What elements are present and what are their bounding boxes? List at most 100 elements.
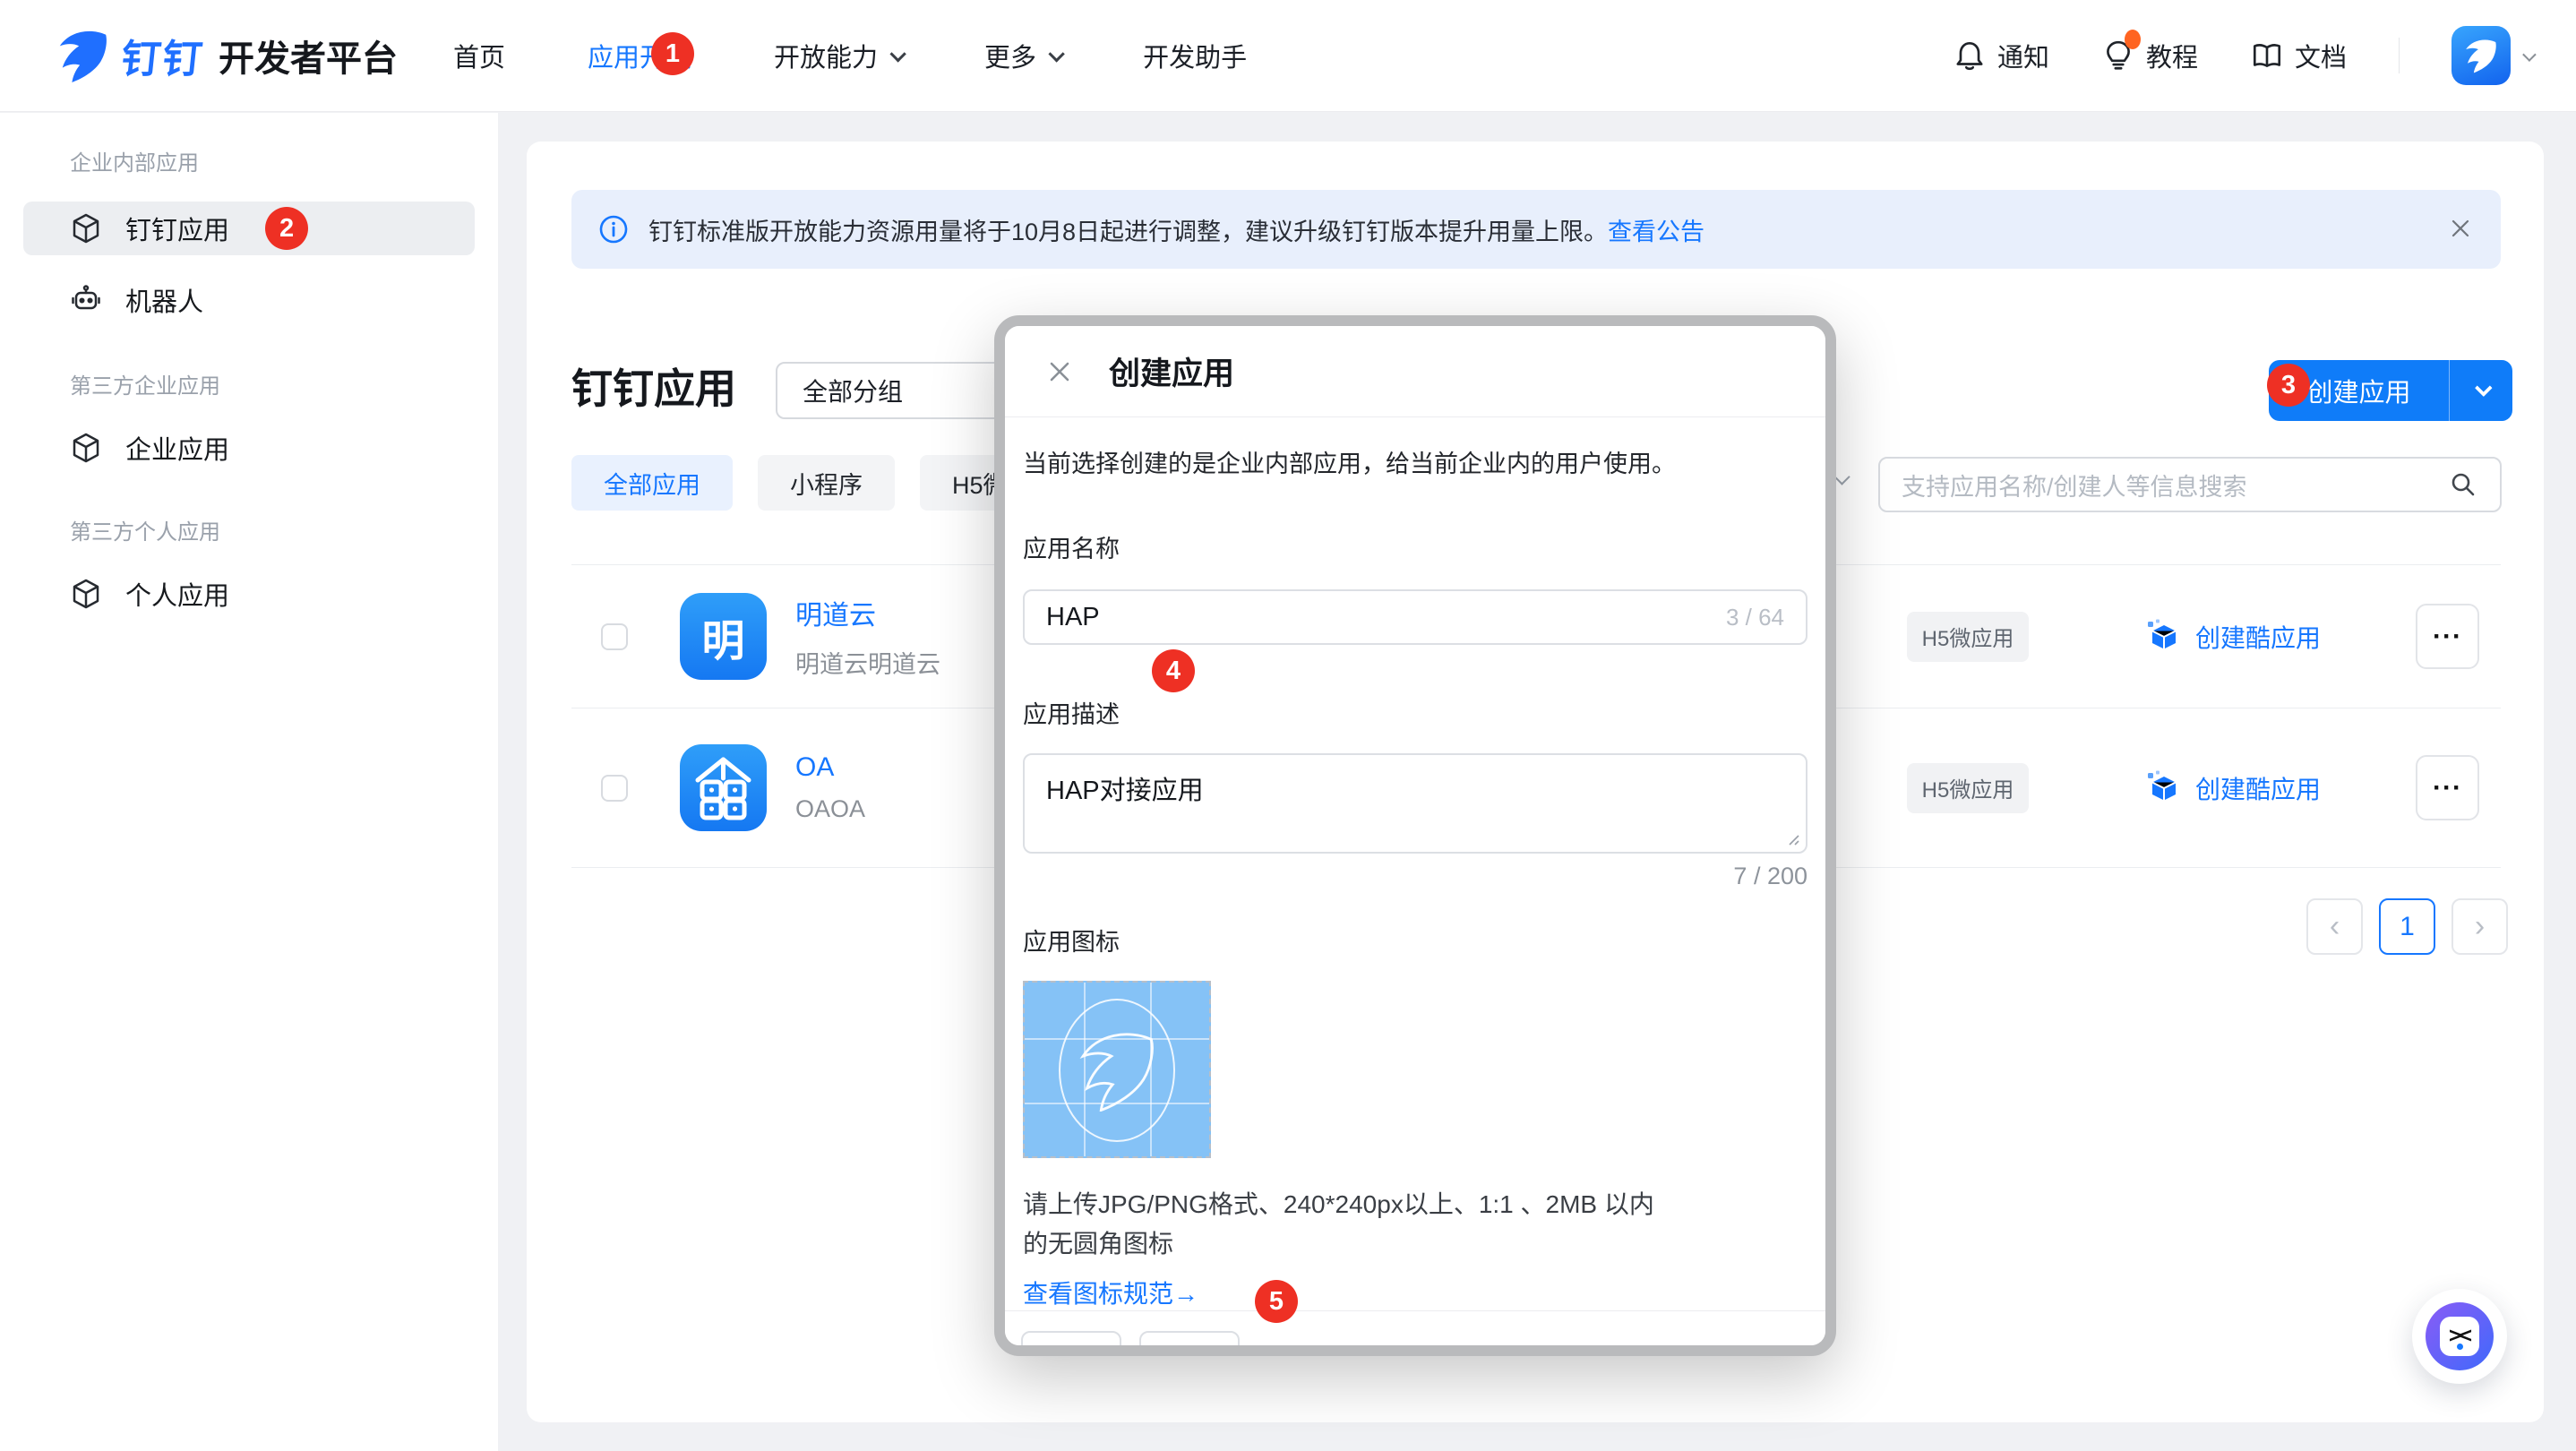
bell-icon [1953, 39, 1987, 73]
app-desc-value: HAP对接应用 [1046, 777, 1204, 805]
banner-text: 钉钉标准版开放能力资源用量将于10月8日起进行调整，建议升级钉钉版本提升用量上限… [648, 212, 1608, 247]
upload-hint-line1: 请上传JPG/PNG格式、240*240px以上、1:1 、2MB 以内 [1023, 1185, 1807, 1224]
dingtalk-wing-icon [2463, 38, 2499, 73]
app-desc-textarea[interactable]: HAP对接应用 [1023, 753, 1807, 854]
sidebar-item-label: 钉钉应用 [125, 210, 229, 247]
nav-dev-assistant[interactable]: 开发助手 [1143, 37, 1247, 74]
annotation-badge-3: 3 [2267, 364, 2310, 407]
nav-open-capabilities[interactable]: 开放能力 [774, 37, 902, 74]
create-app-dropdown[interactable] [2450, 384, 2512, 397]
resize-grip-icon[interactable] [1786, 832, 1800, 846]
fab-gradient-ring: >< [2426, 1302, 2494, 1370]
chevron-down-icon [2475, 379, 2493, 397]
pagination-page-1[interactable]: 1 [2379, 898, 2435, 955]
create-cool-app-link[interactable]: 创建酷应用 [2145, 770, 2321, 806]
sidebar-item-dingtalk-apps[interactable]: 钉钉应用 2 [23, 202, 475, 255]
app-desc-label: 应用描述 [1023, 695, 1807, 730]
annotation-badge-1: 1 [651, 32, 694, 75]
tab-all-apps[interactable]: 全部应用 [571, 455, 733, 511]
dingtalk-developer-platform: 钉钉 开发者平台 首页 应用开发 开放能力 更多 开发助手 通知 [0, 0, 2576, 1451]
save-button[interactable]: 保存 [1139, 1331, 1240, 1345]
modal-close-icon[interactable] [1044, 356, 1075, 387]
app-type-tag: H5微应用 [1907, 763, 2029, 813]
create-cool-app-link[interactable]: 创建酷应用 [2145, 619, 2321, 655]
create-app-modal-inner: 创建应用 当前选择创建的是企业内部应用，给当前企业内的用户使用。 应用名称 HA… [1005, 326, 1825, 1345]
sidebar-item-enterprise-apps[interactable]: 企业应用 [0, 421, 498, 475]
dingtalk-logo[interactable]: 钉钉 开发者平台 [56, 26, 398, 85]
account-menu[interactable] [2451, 26, 2533, 85]
app-name-counter: 3 / 64 [1726, 604, 1784, 631]
cube-icon [70, 212, 102, 245]
sidebar-section-thirdparty-personal: 第三方个人应用 [0, 514, 498, 545]
chevron-down-icon[interactable] [1833, 468, 1850, 485]
pagination-next-button[interactable]: › [2451, 898, 2508, 955]
nav-open-capabilities-label: 开放能力 [774, 37, 878, 74]
nav-more-label: 更多 [984, 37, 1036, 74]
cool-app-icon [2145, 770, 2181, 806]
annotation-badge-2: 2 [265, 207, 308, 250]
nav-home[interactable]: 首页 [453, 37, 505, 74]
modal-footer: 取消 保存 [1005, 1310, 1825, 1345]
sidebar-item-robot[interactable]: 机器人 [0, 273, 498, 327]
create-cool-app-label: 创建酷应用 [2195, 770, 2321, 806]
upload-hint: 请上传JPG/PNG格式、240*240px以上、1:1 、2MB 以内 的无圆… [1023, 1185, 1807, 1264]
banner-close-icon[interactable] [2447, 215, 2474, 248]
sidebar-section-thirdparty-enterprise: 第三方企业应用 [0, 368, 498, 399]
banner-link[interactable]: 查看公告 [1608, 212, 1704, 247]
modal-body: 当前选择创建的是企业内部应用，给当前企业内的用户使用。 应用名称 HAP 3 /… [1005, 417, 1825, 1310]
row-more-button[interactable]: ··· [2416, 604, 2479, 669]
app-desc-counter: 7 / 200 [1023, 863, 1807, 890]
app-icon-upload[interactable] [1023, 981, 1211, 1158]
sidebar-item-personal-apps[interactable]: 个人应用 [0, 567, 498, 621]
search-input[interactable]: 支持应用名称/创建人等信息搜索 [1878, 457, 2502, 512]
sidebar-item-label: 企业应用 [125, 429, 229, 467]
docs-button[interactable]: 文档 [2250, 37, 2347, 74]
avatar [2451, 26, 2511, 85]
row-checkbox[interactable] [601, 623, 628, 650]
app-info: 明道云 明道云明道云 [795, 593, 940, 680]
logo-text: 钉钉 [119, 27, 208, 84]
app-name-link[interactable]: OA [795, 752, 865, 783]
tab-mini-program[interactable]: 小程序 [758, 455, 895, 511]
cube-icon [70, 578, 102, 610]
navbar-right: 通知 教程 文档 [1953, 26, 2533, 85]
search-icon[interactable] [2448, 469, 2478, 500]
fab-core: >< [2440, 1317, 2479, 1356]
pagination-prev-button[interactable]: ‹ [2306, 898, 2363, 955]
annotation-badge-5: 5 [1255, 1280, 1298, 1323]
app-description: 明道云明道云 [795, 645, 940, 680]
sidebar-section-internal-apps: 企业内部应用 [0, 145, 498, 176]
navbar-divider [2399, 38, 2400, 73]
tutorial-new-dot [2125, 30, 2141, 49]
chevron-down-icon [2522, 47, 2537, 62]
app-name-value: HAP [1046, 603, 1726, 632]
row-checkbox[interactable] [601, 775, 628, 802]
book-icon [2250, 39, 2284, 73]
icon-spec-link[interactable]: 查看图标规范→ [1023, 1275, 1807, 1310]
row-more-button[interactable]: ··· [2416, 755, 2479, 820]
dingtalk-wing-icon [1077, 1029, 1159, 1112]
house-icon [680, 744, 767, 831]
app-icon-mingdao: 明 [680, 593, 767, 680]
cancel-button[interactable]: 取消 [1021, 1331, 1121, 1345]
nav-more[interactable]: 更多 [984, 37, 1060, 74]
modal-description-text: 当前选择创建的是企业内部应用，给当前企业内的用户使用。 [1023, 444, 1807, 479]
notifications-button[interactable]: 通知 [1953, 37, 2049, 74]
assistant-fab-button[interactable]: >< [2412, 1289, 2507, 1384]
docs-label: 文档 [2295, 37, 2347, 74]
app-name-label: 应用名称 [1023, 529, 1807, 564]
chevron-down-icon [1048, 46, 1064, 62]
tutorial-button[interactable]: 教程 [2101, 37, 2198, 74]
notice-banner: 钉钉标准版开放能力资源用量将于10月8日起进行调整，建议升级钉钉版本提升用量上限… [571, 190, 2501, 269]
app-icon-label: 应用图标 [1023, 923, 1807, 957]
modal-title: 创建应用 [1109, 348, 1234, 394]
main-nav: 首页 应用开发 开放能力 更多 开发助手 [453, 37, 1247, 74]
app-type-tag: H5微应用 [1907, 612, 2029, 662]
app-name-input[interactable]: HAP 3 / 64 [1023, 589, 1807, 645]
app-info: OA OAOA [795, 752, 865, 823]
app-icon-oa [680, 744, 767, 831]
notifications-label: 通知 [1997, 37, 2049, 74]
annotation-badge-4: 4 [1152, 649, 1195, 692]
app-name-link[interactable]: 明道云 [795, 593, 940, 632]
sidebar-item-label: 个人应用 [125, 575, 229, 613]
